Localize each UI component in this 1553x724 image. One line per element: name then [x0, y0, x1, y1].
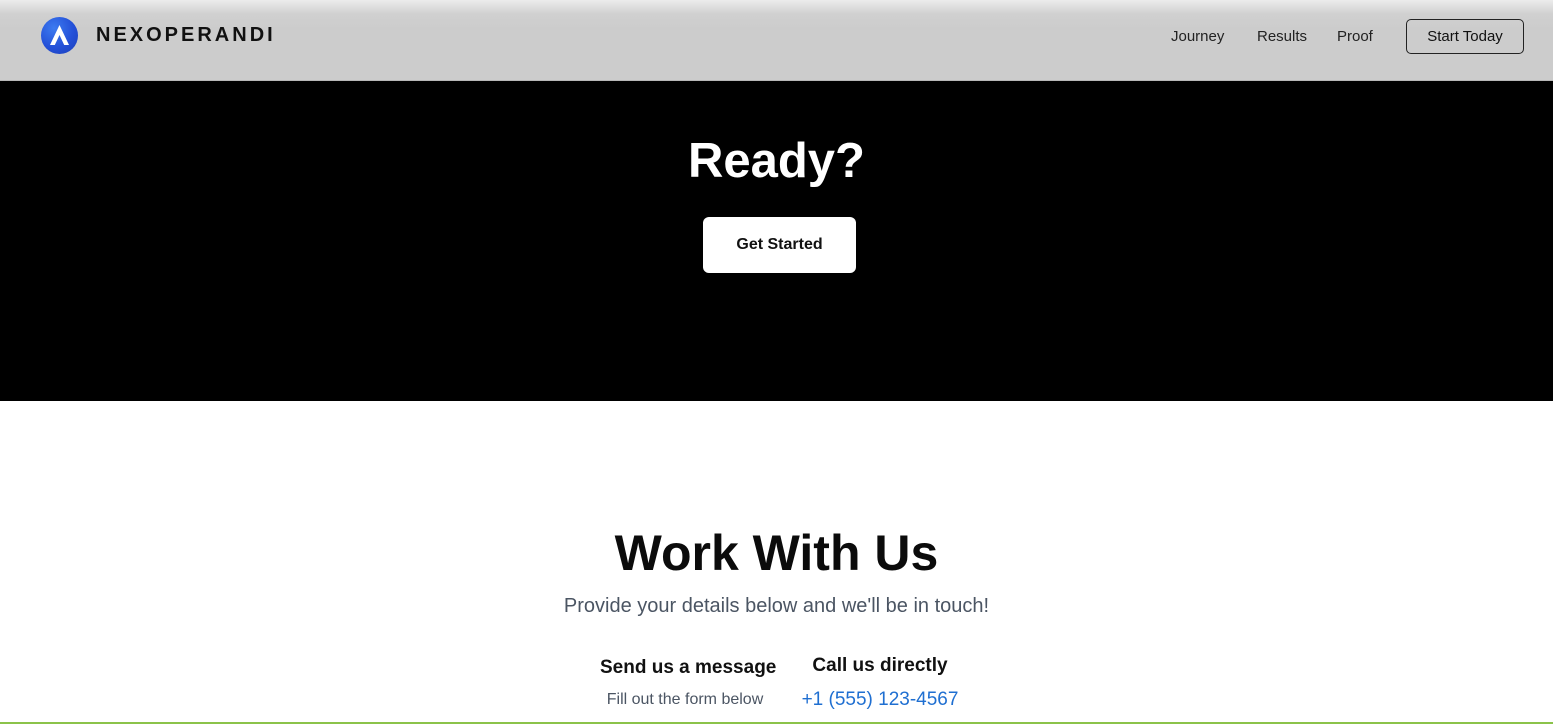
message-note: Fill out the form below — [606, 691, 764, 708]
main-nav: Journey Results Proof — [0, 28, 1553, 48]
nav-link-proof[interactable]: Proof — [1337, 28, 1373, 45]
hero-title: Ready? — [687, 134, 865, 188]
work-subtitle: Provide your details below and we'll be … — [563, 595, 990, 617]
get-started-button[interactable]: Get Started — [703, 217, 856, 273]
message-heading: Send us a message — [600, 657, 777, 678]
site-header: NEXOPERANDI Journey Results Proof Start … — [0, 0, 1553, 81]
work-title: Work With Us — [614, 525, 939, 581]
call-column: Call us directly +1 (555) 123-4567 — [800, 655, 960, 711]
phone-link[interactable]: +1 (555) 123-4567 — [800, 689, 960, 711]
start-today-button[interactable]: Start Today — [1406, 19, 1524, 54]
nav-link-journey[interactable]: Journey — [1171, 28, 1224, 45]
message-column: Send us a message Fill out the form belo… — [600, 657, 777, 709]
nav-link-results[interactable]: Results — [1257, 28, 1307, 45]
call-heading: Call us directly — [812, 655, 948, 676]
hero-section: Ready? Get Started — [0, 81, 1553, 401]
work-with-us-section: Work With Us Provide your details below … — [0, 401, 1553, 724]
